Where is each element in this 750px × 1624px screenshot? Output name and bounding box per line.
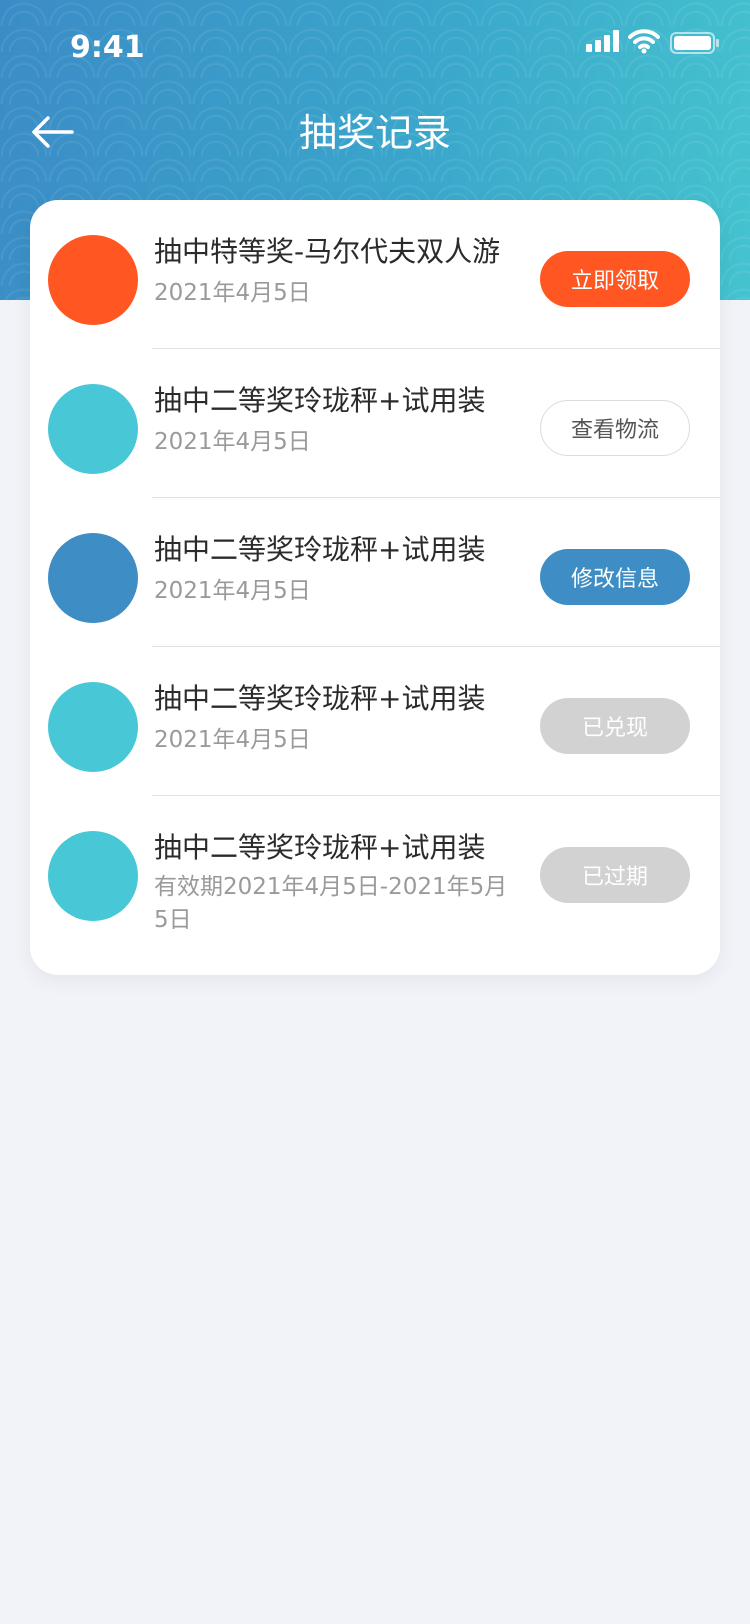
record-item[interactable]: 抽中特等奖-马尔代夫双人游 2021年4月5日 立即领取 [30, 200, 720, 349]
record-date: 2021年4月5日 [154, 578, 311, 604]
redeemed-button: 已兑现 [540, 698, 690, 754]
record-item[interactable]: 抽中二等奖玲珑秤+试用装 2021年4月5日 已兑现 [30, 647, 720, 796]
record-date: 2021年4月5日 [154, 727, 311, 753]
records-card: 抽中特等奖-马尔代夫双人游 2021年4月5日 立即领取 抽中二等奖玲珑秤+试用… [30, 200, 720, 975]
cellular-signal-icon [586, 30, 619, 52]
status-time: 9:41 [70, 30, 145, 65]
record-date: 2021年4月5日 [154, 280, 311, 306]
record-date: 2021年4月5日 [154, 429, 311, 455]
record-title: 抽中特等奖-马尔代夫双人游 [154, 235, 501, 268]
record-title: 抽中二等奖玲珑秤+试用装 [154, 682, 486, 715]
record-item[interactable]: 抽中二等奖玲珑秤+试用装 2021年4月5日 修改信息 [30, 498, 720, 647]
page-title: 抽奖记录 [298, 111, 451, 155]
record-title: 抽中二等奖玲珑秤+试用装 [154, 533, 486, 566]
wifi-icon [628, 29, 660, 54]
battery-icon [670, 32, 719, 54]
prize-avatar [48, 831, 138, 921]
record-title: 抽中二等奖玲珑秤+试用装 [154, 831, 486, 864]
edit-info-button[interactable]: 修改信息 [540, 549, 690, 605]
prize-avatar [48, 384, 138, 474]
claim-now-button[interactable]: 立即领取 [540, 251, 690, 307]
record-item[interactable]: 抽中二等奖玲珑秤+试用装 有效期2021年4月5日-2021年5月5日 已过期 [30, 796, 720, 975]
prize-avatar [48, 682, 138, 772]
record-validity: 有效期2021年4月5日-2021年5月5日 [154, 874, 508, 933]
record-item[interactable]: 抽中二等奖玲珑秤+试用装 2021年4月5日 查看物流 [30, 349, 720, 498]
record-title: 抽中二等奖玲珑秤+试用装 [154, 384, 486, 417]
expired-button: 已过期 [540, 847, 690, 903]
status-bar: 9:41 [0, 0, 750, 90]
prize-avatar [48, 235, 138, 325]
view-logistics-button[interactable]: 查看物流 [540, 400, 690, 456]
prize-avatar [48, 533, 138, 623]
